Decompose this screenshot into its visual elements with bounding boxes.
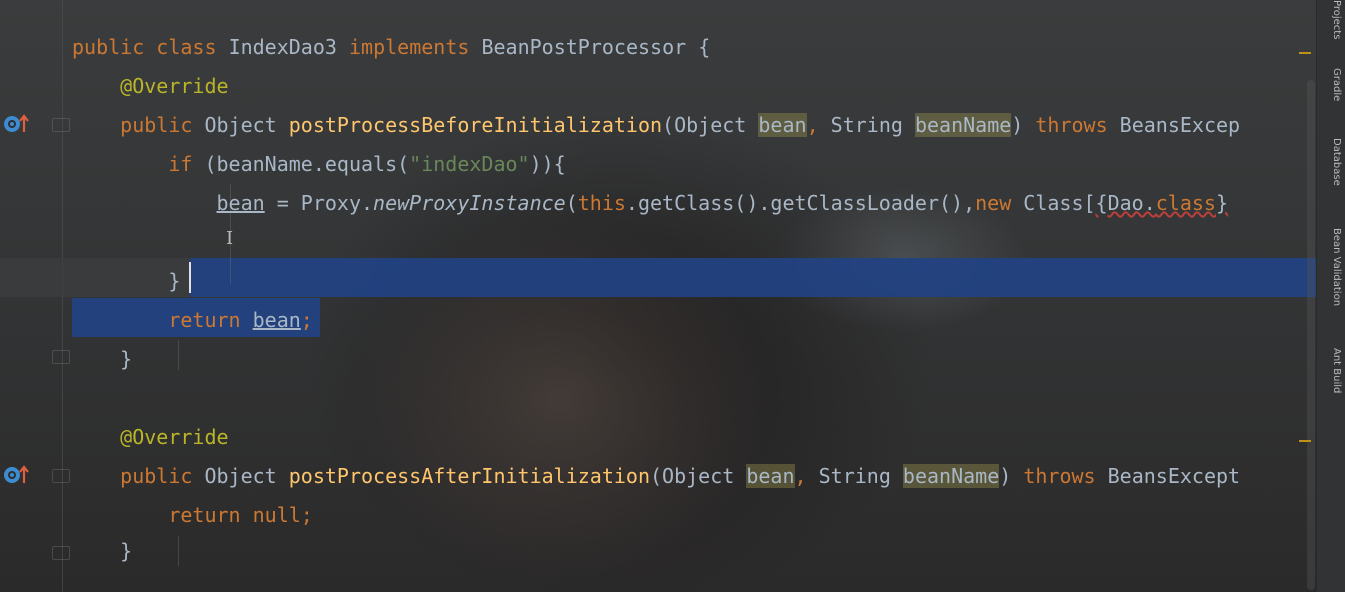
right-tool-window-bar: Projects Gradle Database Bean Validation… [1316,0,1345,592]
code-line-1: public class IndexDao3 implements BeanPo… [72,35,711,59]
code-line-4: if (beanName.equals("indexDao")){ [168,152,566,176]
tab-gradle[interactable]: Gradle [1331,68,1342,101]
code-line-7: } [168,269,181,293]
code-line-13: return null; [168,503,313,527]
code-line-2: @Override [120,74,229,98]
text-cursor-icon: I [226,228,234,249]
code-editor[interactable]: public class IndexDao3 implements BeanPo… [62,0,1317,592]
code-line-5: bean = Proxy.newProxyInstance(this.getCl… [216,191,1229,215]
text-caret [189,262,191,293]
code-line-11: @Override [120,425,229,449]
code-line-12: public Object postProcessAfterInitializa… [120,464,1241,488]
tab-projects[interactable]: Projects [1331,0,1342,39]
tab-database[interactable]: Database [1331,138,1342,186]
override-gutter-icon[interactable] [2,463,32,487]
editor-scrollbar[interactable] [1307,80,1315,590]
tab-ant-build[interactable]: Ant Build [1331,348,1342,393]
code-line-14: } [120,539,133,563]
code-line-8: return bean; [168,308,313,332]
indent-guide [178,536,179,566]
code-line-9: } [120,347,133,371]
tab-bean-validation[interactable]: Bean Validation [1331,228,1342,306]
error-stripe-mark[interactable] [1299,52,1311,54]
override-gutter-icon[interactable] [2,112,32,136]
indent-guide [178,340,179,370]
error-stripe-mark[interactable] [1299,440,1311,442]
code-line-3: public Object postProcessBeforeInitializ… [120,113,1241,137]
